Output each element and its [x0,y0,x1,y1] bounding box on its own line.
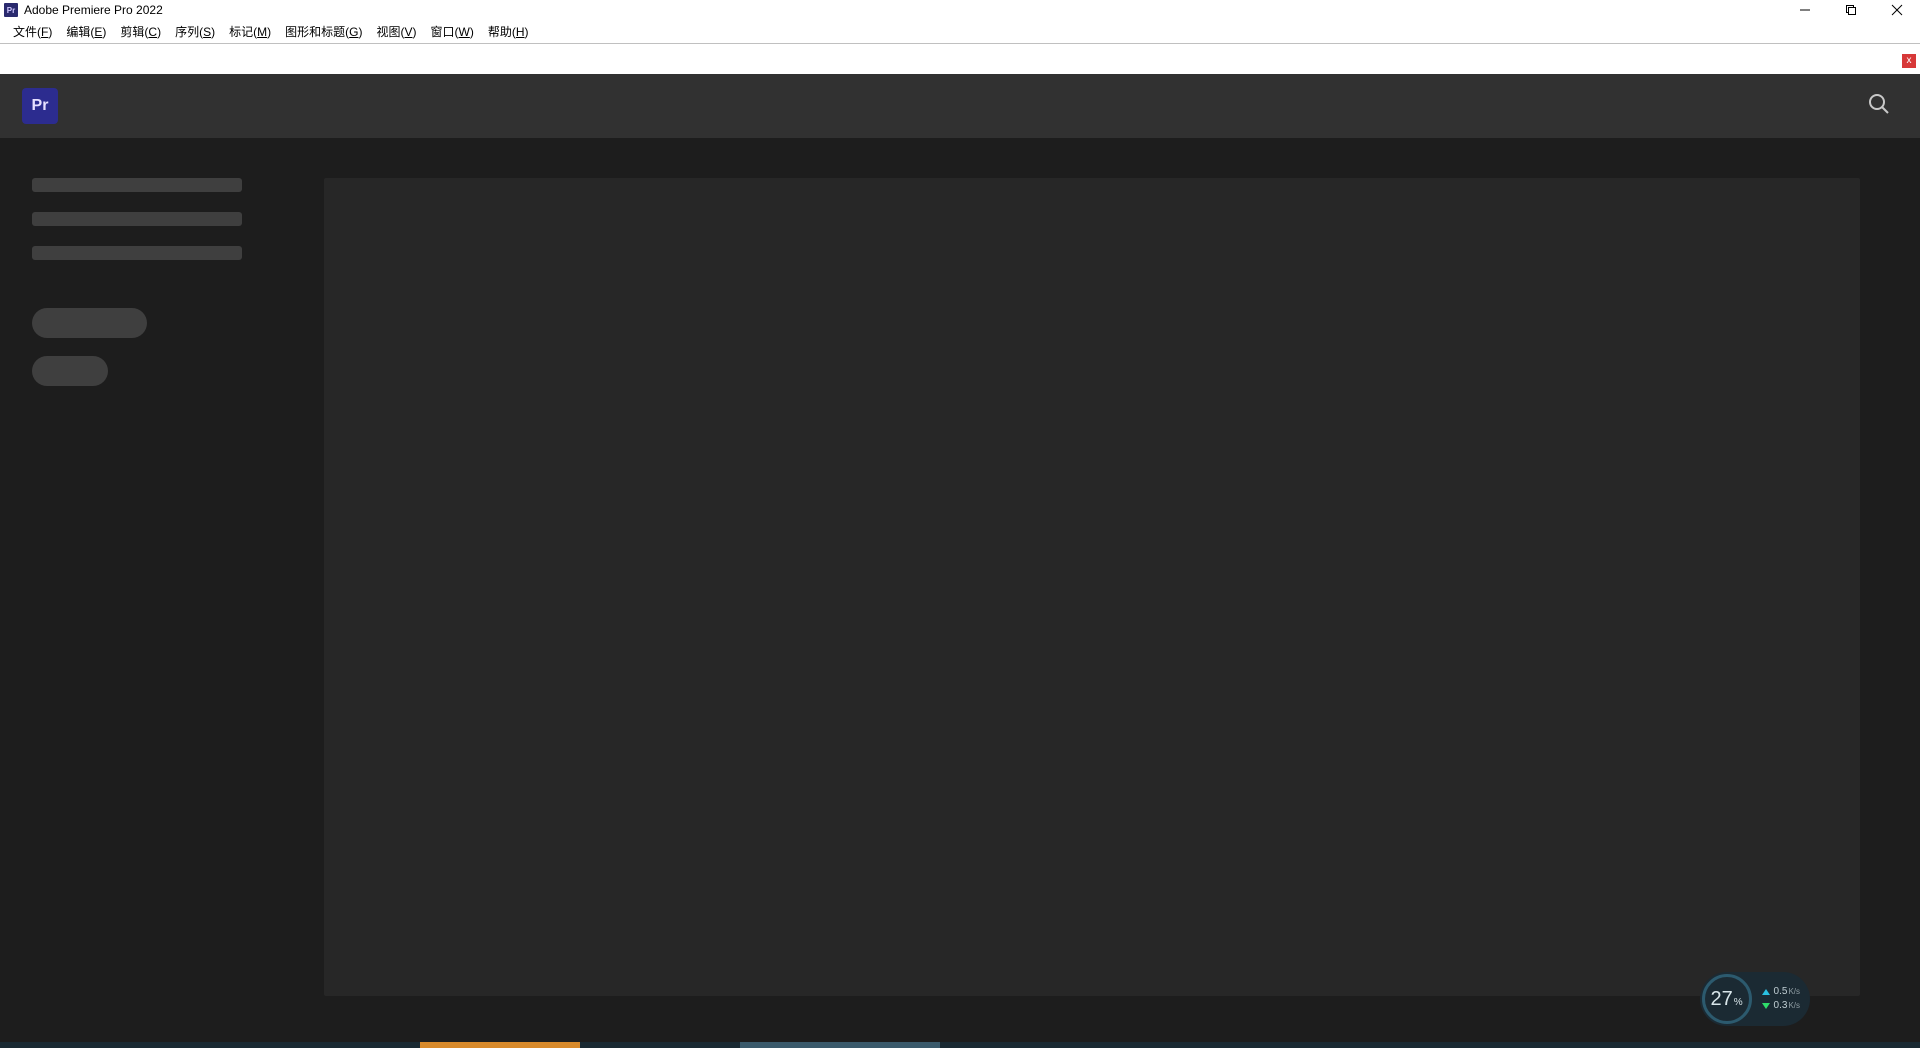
app-icon-text: Pr [7,6,15,15]
notification-close-button[interactable]: x [1902,54,1916,68]
taskbar-app[interactable] [740,1042,940,1048]
minimize-button[interactable] [1782,0,1828,20]
skeleton-pill [32,308,147,338]
main-content-panel [324,178,1860,996]
download-row: 0.3 K/s [1762,999,1800,1013]
network-monitor-widget[interactable]: 27 % 0.5 K/s 0.3 K/s [1700,972,1810,1026]
close-button[interactable] [1874,0,1920,20]
menubar: 文件(F) 编辑(E) 剪辑(C) 序列(S) 标记(M) 图形和标题(G) 视… [0,20,1920,44]
menu-clip[interactable]: 剪辑(C) [113,20,168,44]
menu-file[interactable]: 文件(F) [6,20,59,44]
maximize-button[interactable] [1828,0,1874,20]
upload-arrow-icon [1762,989,1770,995]
upload-value: 0.5 [1774,985,1788,999]
taskbar[interactable] [0,1042,1920,1048]
search-icon [1868,93,1890,115]
maximize-icon [1845,4,1857,16]
download-value: 0.3 [1774,999,1788,1013]
upload-unit: K/s [1788,985,1800,999]
skeleton-line [32,212,242,226]
menu-window[interactable]: 窗口(W) [424,20,481,44]
taskbar-active-app[interactable] [420,1042,580,1048]
menu-markers[interactable]: 标记(M) [222,20,278,44]
app-header: Pr [0,74,1920,138]
network-rates: 0.5 K/s 0.3 K/s [1762,985,1800,1013]
spacer [32,280,292,308]
premiere-logo: Pr [22,88,58,124]
menu-help[interactable]: 帮助(H) [481,20,536,44]
menu-graphics[interactable]: 图形和标题(G) [278,20,369,44]
notification-strip: x [0,44,1920,74]
menu-view[interactable]: 视图(V) [369,20,423,44]
titlebar: Pr Adobe Premiere Pro 2022 [0,0,1920,20]
close-icon [1891,4,1903,16]
download-arrow-icon [1762,1003,1770,1009]
home-body [0,138,1920,1036]
skeleton-line [32,246,242,260]
skeleton-line [32,178,242,192]
upload-row: 0.5 K/s [1762,985,1800,999]
minimize-icon [1799,4,1811,16]
download-unit: K/s [1788,999,1800,1013]
menu-edit[interactable]: 编辑(E) [59,20,113,44]
search-button[interactable] [1868,93,1890,120]
cpu-percent-value: 27 [1710,988,1732,1011]
logo-text: Pr [32,97,49,115]
cpu-percent-unit: % [1734,997,1743,1008]
app-icon: Pr [4,3,18,17]
window-title: Adobe Premiere Pro 2022 [24,3,163,17]
notification-close-icon: x [1907,56,1912,66]
sidebar [0,138,324,1036]
menu-sequence[interactable]: 序列(S) [168,20,222,44]
cpu-percent-gauge: 27 % [1702,974,1752,1024]
skeleton-pill [32,356,108,386]
window-controls [1782,0,1920,20]
